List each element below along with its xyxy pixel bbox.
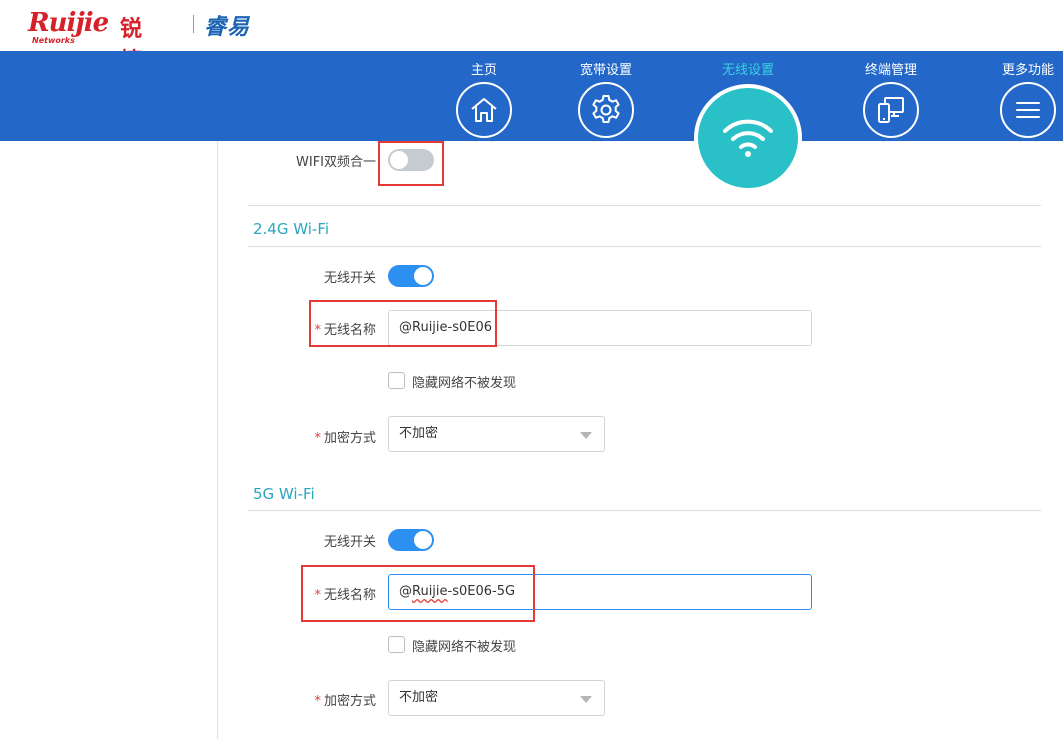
nav-item-more[interactable]: 更多功能 — [988, 51, 1063, 141]
switch-label-24g: 无线开关 — [323, 271, 376, 286]
divider — [248, 205, 1041, 206]
highlight-box — [301, 565, 535, 622]
encrypt-value-5g: 不加密 — [399, 690, 439, 705]
ruijie-logo-sub: Networks — [32, 36, 75, 45]
encrypt-label-text: 加密方式 — [323, 694, 376, 709]
devices-icon — [863, 82, 919, 138]
logo-bar: Ruijie 锐捷 Networks 睿易 — [0, 0, 1063, 74]
required-mark: * — [314, 431, 321, 446]
dual-band-label: WIFI双频合一 — [296, 155, 376, 170]
encrypt-label-text: 加密方式 — [323, 431, 376, 446]
menu-icon — [1000, 82, 1056, 138]
wifi-icon[interactable] — [694, 84, 802, 192]
encrypt-select-5g[interactable]: 不加密 — [388, 680, 605, 716]
chevron-down-icon — [580, 432, 592, 439]
nav-label-wireless: 无线设置 — [721, 63, 774, 78]
hide-network-checkbox-24g[interactable] — [388, 372, 405, 389]
required-mark: * — [314, 694, 321, 709]
logo-separator — [193, 15, 194, 33]
divider — [248, 510, 1041, 511]
nav-label-home: 主页 — [470, 63, 497, 78]
chevron-down-icon — [580, 696, 592, 703]
ruijie-logo-word: Ruijie — [28, 8, 109, 38]
nav-item-home[interactable]: 主页 — [444, 51, 524, 141]
hide-network-label-5g: 隐藏网络不被发现 — [412, 640, 517, 655]
main-nav: 主页 宽带设置 无线设置 终端管理 更多功能 — [0, 51, 1063, 141]
product-logo: 睿易 — [204, 15, 251, 40]
toggle-knob — [414, 531, 432, 549]
highlight-box — [309, 300, 497, 347]
hide-network-checkbox-5g[interactable] — [388, 636, 405, 653]
section-title-24g: 2.4G Wi-Fi — [253, 220, 330, 238]
toggle-knob — [414, 267, 432, 285]
hide-network-label-24g: 隐藏网络不被发现 — [412, 376, 517, 391]
nav-item-terminal[interactable]: 终端管理 — [851, 51, 931, 141]
nav-item-broadband[interactable]: 宽带设置 — [566, 51, 646, 141]
section-title-5g: 5G Wi-Fi — [253, 485, 315, 503]
encrypt-select-24g[interactable]: 不加密 — [388, 416, 605, 452]
encrypt-label-24g: * 加密方式 — [270, 427, 376, 446]
nav-label-broadband: 宽带设置 — [579, 63, 632, 78]
home-icon — [456, 82, 512, 138]
wireless-switch-5g[interactable] — [388, 529, 434, 551]
divider — [248, 246, 1041, 247]
encrypt-label-5g: * 加密方式 — [270, 690, 376, 709]
switch-label-5g: 无线开关 — [323, 535, 376, 550]
wireless-switch-24g[interactable] — [388, 265, 434, 287]
nav-label-more: 更多功能 — [1001, 63, 1054, 78]
nav-label-terminal: 终端管理 — [864, 63, 917, 78]
highlight-box — [378, 141, 444, 186]
encrypt-value-24g: 不加密 — [399, 426, 439, 441]
sidebar-divider — [217, 141, 218, 739]
gear-icon — [578, 82, 634, 138]
